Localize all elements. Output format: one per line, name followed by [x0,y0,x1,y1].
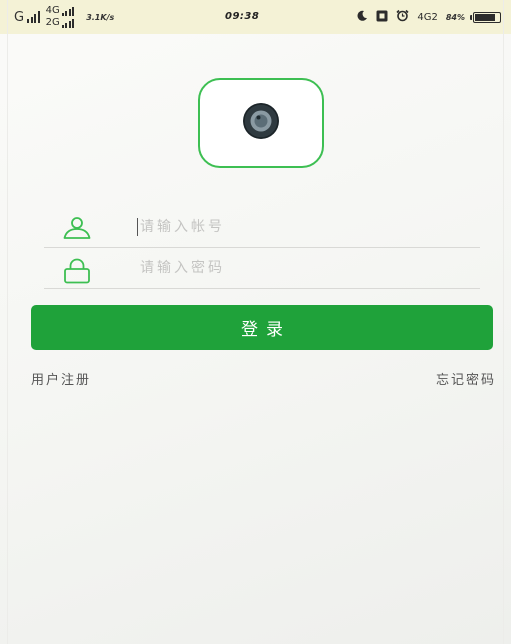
status-bar-right: 4G2 84% [356,0,501,34]
moon-icon [356,9,368,25]
alarm-icon [396,9,409,25]
network-type-top: 4G [45,5,60,16]
network-speed: 3.1K/s [86,12,115,22]
network-indicator: 4G 2G [46,5,81,29]
lock-icon [62,258,92,288]
status-time: 09:38 [225,11,260,22]
battery-percent: 84% [445,12,465,22]
signal-icon [61,6,75,16]
carrier-label: G [14,9,25,25]
login-button[interactable]: 登录 [31,305,493,350]
app-logo [198,78,324,168]
network-type-right: 4G2 [417,11,438,23]
battery-icon [470,11,501,23]
account-row [44,207,480,248]
password-row [44,248,480,289]
forgot-password-link[interactable]: 忘记密码 [436,369,496,388]
notification-icon [376,9,388,25]
register-link[interactable]: 用户注册 [31,369,91,388]
text-cursor [137,218,138,236]
user-icon [62,217,92,243]
network-type-bottom: 2G [45,17,60,28]
password-input[interactable] [140,248,460,288]
account-input[interactable] [140,207,460,247]
camera-lens-icon [235,95,287,151]
battery-level [475,13,496,21]
status-bar-left: G 4G 2G 3.1K/s [14,0,114,34]
login-screen: G 4G 2G 3.1K/s 09:38 4G2 84% 请输入帐号 登录 用户… [0,0,511,644]
status-bar: G 4G 2G 3.1K/s 09:38 4G2 84% [0,0,511,34]
signal-icon [27,11,40,23]
signal-icon [61,18,75,28]
